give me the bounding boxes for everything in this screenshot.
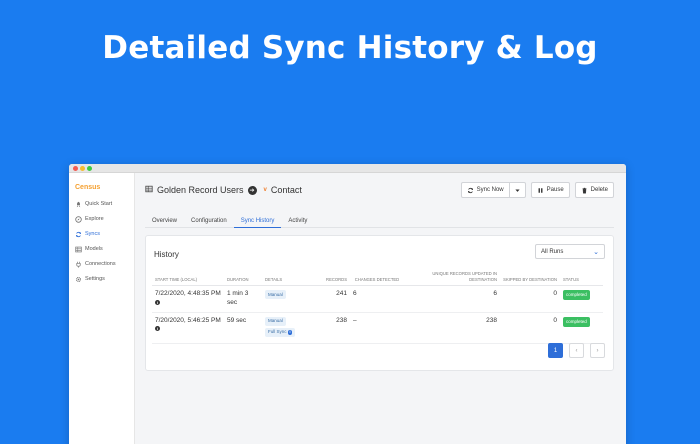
sync-destination-name[interactable]: Contact xyxy=(271,185,302,195)
table-icon xyxy=(145,185,153,195)
delete-label: Delete xyxy=(590,187,608,193)
status-cell: completed xyxy=(560,312,603,345)
pause-button[interactable]: Pause xyxy=(530,182,570,198)
sidebar-item-syncs[interactable]: Syncs xyxy=(75,230,100,238)
sidebar-item-explore[interactable]: Explore xyxy=(75,215,104,223)
start-time-value: 7/20/2020, 5:46:25 PM xyxy=(155,316,221,324)
sync-now-dropdown-button[interactable] xyxy=(509,182,526,198)
col-details[interactable]: Details xyxy=(262,268,312,287)
delete-button[interactable]: Delete xyxy=(574,182,614,198)
sidebar-item-connections[interactable]: Connections xyxy=(75,260,116,268)
status-badge: completed xyxy=(563,316,590,327)
col-changes-detected[interactable]: Changes Detected xyxy=(350,268,404,287)
table-row[interactable]: 7/20/2020, 5:46:25 PM i 59 sec Manual Fu… xyxy=(152,312,603,345)
start-time-value: 7/22/2020, 4:48:35 PM xyxy=(155,290,221,298)
manual-tag: Manual xyxy=(265,316,286,326)
brand-logo[interactable]: Census xyxy=(75,184,100,191)
history-table: Start Time (Local) Duration Details Reco… xyxy=(152,268,603,345)
table-icon xyxy=(75,246,82,253)
details-cell: Manual xyxy=(262,285,312,313)
arrow-right-icon: ➔ xyxy=(247,185,257,195)
next-page-button[interactable]: › xyxy=(590,343,605,358)
col-skipped[interactable]: Skipped by Destination xyxy=(500,268,560,287)
compass-icon xyxy=(75,215,82,223)
sync-header: Golden Record Users ➔ v Contact xyxy=(145,185,302,195)
history-title: History xyxy=(154,250,179,259)
info-icon[interactable]: i xyxy=(287,330,293,335)
sidebar-item-settings[interactable]: Settings xyxy=(75,275,105,283)
sync-icon xyxy=(467,187,473,193)
close-window-dot[interactable] xyxy=(73,166,78,171)
status-badge: completed xyxy=(563,290,590,301)
duration-cell: 59 sec xyxy=(224,312,262,345)
pagination: 1 ‹ › xyxy=(548,343,605,358)
prev-page-button[interactable]: ‹ xyxy=(569,343,584,358)
col-status[interactable]: Status xyxy=(560,268,603,287)
duration-cell: 1 min 3 sec xyxy=(224,285,262,313)
sidebar-item-label: Explore xyxy=(85,216,104,222)
changes-cell: – xyxy=(350,312,404,345)
maximize-window-dot[interactable] xyxy=(87,166,92,171)
tab-overview[interactable]: Overview xyxy=(145,214,184,228)
sidebar-item-label: Quick Start xyxy=(85,201,113,207)
destination-logo: v xyxy=(263,187,267,193)
full-sync-label: Full Sync xyxy=(268,329,287,335)
records-cell: 238 xyxy=(312,312,350,345)
unique-records-cell: 6 xyxy=(404,285,500,313)
chevron-down-icon: ⌄ xyxy=(593,248,599,256)
info-icon[interactable]: i xyxy=(155,326,160,332)
info-icon[interactable]: i xyxy=(155,300,160,305)
sync-now-group: Sync Now xyxy=(460,182,526,198)
minimize-window-dot[interactable] xyxy=(80,166,85,171)
hero-title: Detailed Sync History & Log xyxy=(102,30,598,66)
app-window: Census Quick Start Explore Syncs Models xyxy=(69,164,626,444)
rocket-icon xyxy=(75,201,82,208)
tab-configuration[interactable]: Configuration xyxy=(184,214,234,228)
table-header-row: Start Time (Local) Duration Details Reco… xyxy=(152,268,603,287)
col-unique-records[interactable]: Unique Records Updated in Destination xyxy=(404,268,500,287)
changes-cell: 6 xyxy=(350,285,404,313)
sidebar-item-label: Connections xyxy=(85,261,116,267)
skipped-cell: 0 xyxy=(500,312,560,345)
tab-activity[interactable]: Activity xyxy=(281,214,314,228)
sync-tabs: Overview Configuration Sync History Acti… xyxy=(145,214,614,228)
sync-now-label: Sync Now xyxy=(476,187,504,193)
sidebar-item-label: Models xyxy=(85,246,103,252)
page-button-1[interactable]: 1 xyxy=(548,343,563,358)
start-time-cell: 7/20/2020, 5:46:25 PM i xyxy=(152,312,224,345)
col-duration[interactable]: Duration xyxy=(224,268,262,287)
status-cell: completed xyxy=(560,285,603,313)
history-card: History All Runs ⌄ Start Time (Local) Du… xyxy=(145,235,614,371)
col-records[interactable]: Records xyxy=(312,268,350,287)
sidebar-item-label: Syncs xyxy=(85,231,100,237)
manual-tag: Manual xyxy=(265,290,286,300)
sidebar-item-quick-start[interactable]: Quick Start xyxy=(75,200,112,208)
details-cell: Manual Full Sync i xyxy=(262,312,312,345)
plug-icon xyxy=(75,261,82,268)
start-time-cell: 7/22/2020, 4:48:35 PM i xyxy=(152,285,224,313)
skipped-cell: 0 xyxy=(500,285,560,313)
tab-sync-history[interactable]: Sync History xyxy=(233,214,282,228)
records-cell: 241 xyxy=(312,285,350,313)
run-filter-select[interactable]: All Runs ⌄ xyxy=(535,244,605,259)
run-filter-value: All Runs xyxy=(541,248,564,255)
sidebar: Census Quick Start Explore Syncs Models xyxy=(69,173,135,444)
gear-icon xyxy=(75,276,82,283)
sync-source-name[interactable]: Golden Record Users xyxy=(157,185,244,195)
sync-now-button[interactable]: Sync Now xyxy=(460,182,510,198)
full-sync-tag: Full Sync i xyxy=(265,327,296,337)
pause-icon xyxy=(538,187,543,193)
caret-down-icon xyxy=(515,188,520,192)
sidebar-item-models[interactable]: Models xyxy=(75,245,103,253)
main-content: Golden Record Users ➔ v Contact Sync Now… xyxy=(135,173,626,444)
unique-records-cell: 238 xyxy=(404,312,500,345)
sync-actions: Sync Now Pause Delete xyxy=(460,182,614,198)
trash-icon xyxy=(582,187,587,194)
sync-icon xyxy=(75,231,82,238)
sidebar-item-label: Settings xyxy=(85,276,105,282)
window-titlebar xyxy=(69,164,626,173)
table-row[interactable]: 7/22/2020, 4:48:35 PM i 1 min 3 sec Manu… xyxy=(152,285,603,313)
pause-label: Pause xyxy=(546,187,564,193)
col-start-time[interactable]: Start Time (Local) xyxy=(152,268,224,287)
